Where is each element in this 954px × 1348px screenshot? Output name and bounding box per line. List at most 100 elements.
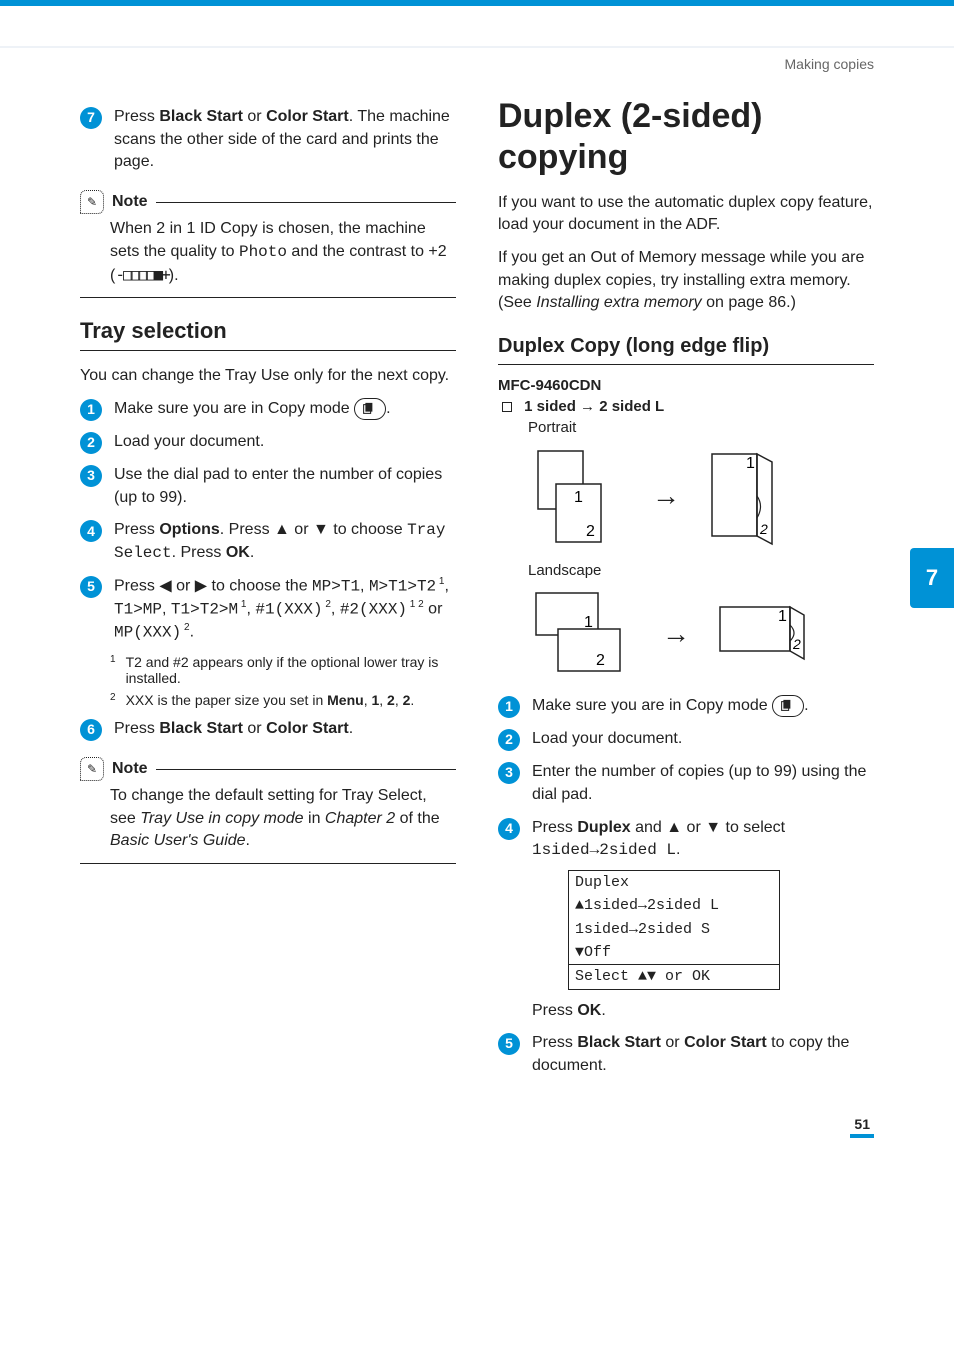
step-7: 7 Press Black Start or Color Start. The … [80,106,456,174]
portrait-diagram: 1 2 → 1 2 [528,446,874,546]
step-number-badge: 2 [498,729,520,751]
copy-mode-icon [772,695,804,717]
text: Use the dial pad to enter the number of … [114,464,456,509]
footnote-ref: 1 2 [407,599,424,610]
button-name: Duplex [577,819,630,836]
text: Press [532,819,577,836]
paragraph: If you want to use the automatic duplex … [498,192,874,237]
text: . [676,841,680,858]
step-1: 1 Make sure you are in Copy mode . [498,695,874,718]
orientation-label: Portrait [528,419,874,436]
arrow-icon: → [580,398,595,415]
footnote-ref: 1 [436,576,444,587]
text: or [424,600,443,617]
note-icon: ✎ [80,757,104,781]
lcd-value: #2(XXX) [340,600,407,618]
footnote-number: 1 [110,654,116,686]
source-pages-icon: 1 2 [528,589,638,679]
text: or [243,108,266,125]
landscape-diagram: 1 2 → 1 2 [528,589,874,679]
text: Press [114,521,159,538]
text: . [190,623,194,640]
text: Press ◀ or ▶ to choose the [114,577,312,594]
text: on page 86.) [702,294,796,311]
text: . [246,832,250,849]
lcd-value: T1>T2>M [171,600,238,618]
step-number-badge: 1 [80,399,102,421]
right-column: Duplex (2-sided) copying If you want to … [498,96,874,1088]
svg-text:1: 1 [574,489,583,506]
page-number-value: 51 [850,1116,874,1138]
step-5: 5 Press ◀ or ▶ to choose the MP>T1, M>T1… [80,575,456,644]
step-number-badge: 3 [80,465,102,487]
text: , [395,692,403,708]
note-heading: ✎ Note [80,190,456,214]
note-body: To change the default setting for Tray S… [80,785,456,864]
svg-text:2: 2 [759,521,768,537]
text: XXX is the paper size you set in [126,692,328,708]
text: Press [532,1002,577,1019]
paragraph: If you get an Out of Memory message whil… [498,247,874,315]
step-number-badge: 7 [80,107,102,129]
svg-text:1: 1 [746,455,755,472]
step-2: 2 Load your document. [80,431,456,454]
text: , [331,600,340,617]
lcd-line: Duplex [569,871,779,894]
lcd-value: Photo [239,243,287,261]
xref: Basic User's Guide [110,832,246,849]
text: of the [395,810,439,827]
note-label: Note [112,193,148,211]
text: , [162,600,171,617]
step-2: 2 Load your document. [498,728,874,751]
text: or [243,720,266,737]
running-head: Making copies [80,56,874,72]
button-name: Color Start [684,1034,767,1051]
button-name: Color Start [266,108,349,125]
heading-duplex-long-edge: Duplex Copy (long edge flip) [498,335,874,365]
lcd-display: Duplex ▲1sided→2sided L 1sided→2sided S … [568,870,780,989]
heading-tray-selection: Tray selection [80,318,456,351]
note-icon: ✎ [80,190,104,214]
duplex-page-icon: 1 2 [714,599,814,669]
lcd-line: ▲1sided→2sided L [569,894,779,917]
lcd-line: 1sided→2sided S [569,918,779,941]
text: Press [114,720,159,737]
xref: Tray Use in copy mode [140,810,303,827]
duplex-page-icon: 1 2 [704,446,784,546]
button-name: Black Start [577,1034,661,1051]
step-3: 3 Enter the number of copies (up to 99) … [498,761,874,806]
text: 2 sided L [595,398,664,415]
step-6: 6 Press Black Start or Color Start. [80,718,456,741]
footnote-ref: 2 [323,599,331,610]
intro-text: You can change the Tray Use only for the… [80,365,456,388]
step-1: 1 Make sure you are in Copy mode . [80,398,456,421]
step-5: 5 Press Black Start or Color Start to co… [498,1032,874,1077]
text: Load your document. [114,431,456,454]
button-name: OK [226,544,250,561]
bullet-square-icon [502,402,512,412]
text: , [360,577,369,594]
chapter-tab: 7 [910,548,954,608]
button-name: Black Start [159,108,243,125]
lcd-value: MP>T1 [312,577,360,595]
source-pages-icon: 1 2 [528,446,628,546]
svg-text:1: 1 [584,614,593,631]
footnote-2: 2 XXX is the paper size you set in Menu,… [110,692,456,708]
svg-text:2: 2 [586,523,595,540]
note-label: Note [112,760,148,778]
note-body: When 2 in 1 ID Copy is chosen, the machi… [80,218,456,298]
step-number-badge: 2 [80,432,102,454]
text: . Press [172,544,226,561]
lcd-value: T1>MP [114,600,162,618]
text: or [661,1034,684,1051]
heading-duplex-copying: Duplex (2-sided) copying [498,96,874,178]
text: . Press ▲ or ▼ to choose [220,521,407,538]
button-name: OK [577,1002,601,1019]
step-4: 4 Press Duplex and ▲ or ▼ to select 1sid… [498,817,874,1023]
text: Press [532,1034,577,1051]
step-number-badge: 4 [498,818,520,840]
text: , [379,692,387,708]
step-number-badge: 3 [498,762,520,784]
text: in [304,810,325,827]
text: , [445,577,449,594]
